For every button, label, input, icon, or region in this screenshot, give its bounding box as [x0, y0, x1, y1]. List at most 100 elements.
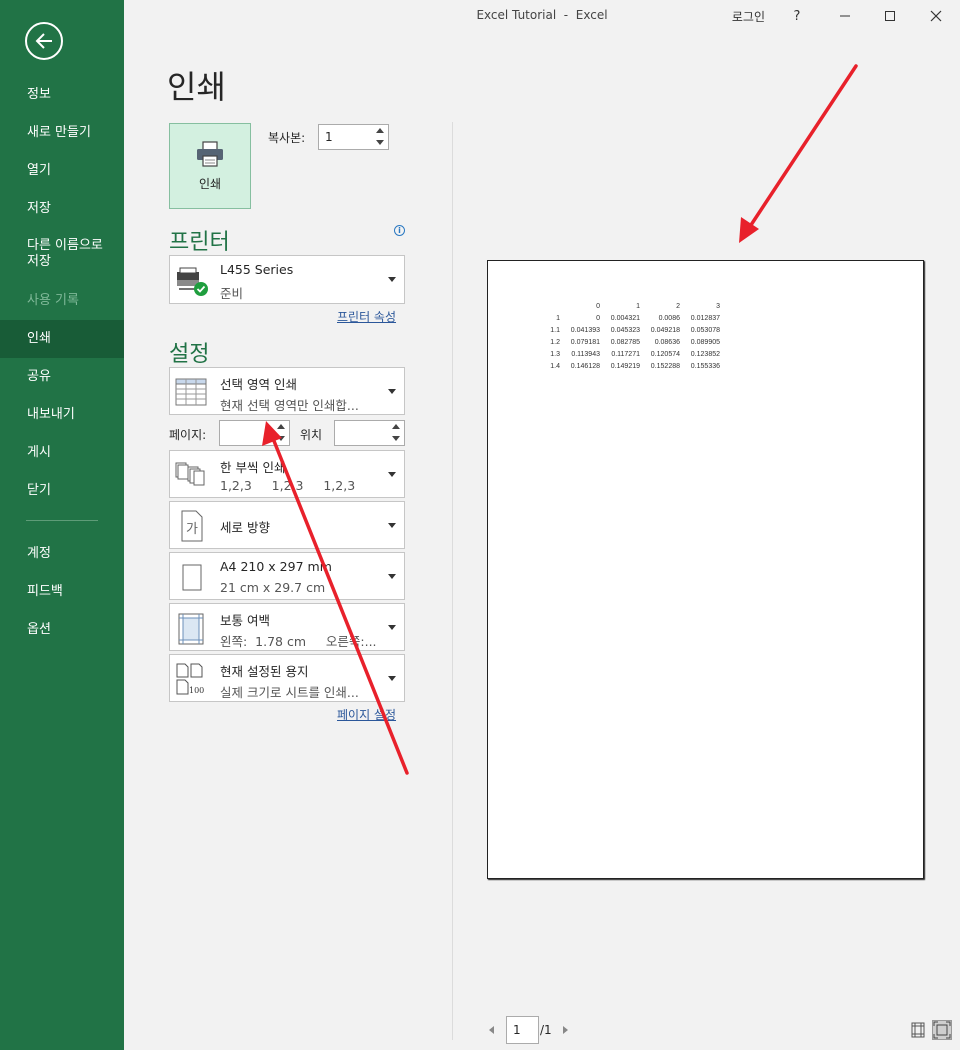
back-button[interactable] [25, 22, 63, 60]
table-cell: 1.3 [550, 350, 560, 358]
print-button[interactable]: 인쇄 [169, 123, 251, 209]
table-cell: 0.045323 [610, 326, 640, 334]
table-cell: 0.08636 [654, 338, 680, 346]
copies-label: 복사본: [268, 131, 306, 145]
printer-status: 준비 [220, 286, 244, 301]
paper-size-dropdown[interactable]: A4 210 x 297 mm 21 cm x 29.7 cm [169, 552, 405, 600]
sidebar-item-publish[interactable]: 게시 [0, 434, 124, 472]
table-cell: 1 [556, 314, 560, 322]
scaling-icon: 100 [176, 663, 204, 695]
pages-from-stepper[interactable] [219, 420, 290, 446]
table-row: 1 0 0.004321 0.0086 0.012837 [538, 312, 722, 324]
margins-desc: 왼쪽: 1.78 cm 오른쪽:... [220, 634, 377, 649]
collate-icon [175, 462, 205, 486]
previous-page-icon[interactable] [489, 1026, 494, 1034]
sidebar-item-share[interactable]: 공유 [0, 358, 124, 396]
print-what-desc: 현재 선택 영역만 인쇄합... [220, 398, 359, 413]
table-cell [538, 300, 562, 312]
table-cell: 0.146128 [570, 362, 600, 370]
preview-table: 0 1 2 3 1 0 0.004321 0.0086 0.012837 1.1… [538, 300, 722, 372]
info-icon[interactable]: i [394, 225, 405, 236]
annotation-arrow-icon [739, 64, 858, 243]
table-cell: 0.079181 [570, 338, 600, 346]
pages-to-stepper[interactable] [334, 420, 405, 446]
sidebar-item-new[interactable]: 새로 만들기 [0, 114, 124, 152]
print-what-dropdown[interactable]: 선택 영역 인쇄 현재 선택 영역만 인쇄합... [169, 367, 405, 415]
sidebar-item-save-as[interactable]: 다른 이름으로 저장 [0, 228, 124, 282]
table-row: 1.2 0.079181 0.082785 0.08636 0.089905 [538, 336, 722, 348]
table-cell: 0 [596, 314, 600, 322]
paper-size-title: A4 210 x 297 mm [220, 559, 332, 574]
table-cell: 2 [676, 302, 680, 310]
table-cell: 0.082785 [610, 338, 640, 346]
collate-dropdown[interactable]: 한 부씩 인쇄 1,2,3 1,2,3 1,2,3 [169, 450, 405, 498]
zoom-to-page-button[interactable] [932, 1020, 952, 1040]
minimize-button[interactable] [825, 4, 865, 28]
zoom-to-page-icon [933, 1021, 951, 1039]
sidebar-item-print[interactable]: 인쇄 [0, 320, 124, 358]
table-cell: 0.152288 [650, 362, 680, 370]
table-cell: 0.113943 [571, 350, 600, 358]
table-cell: 0.012837 [690, 314, 720, 322]
total-pages: /1 [540, 1023, 552, 1037]
sidebar-item-feedback[interactable]: 피드백 [0, 573, 124, 611]
table-cell: 0.089905 [690, 338, 720, 346]
stepper-arrows-icon[interactable] [391, 423, 401, 443]
margins-dropdown[interactable]: 보통 여백 왼쪽: 1.78 cm 오른쪽:... [169, 603, 405, 651]
scaling-desc: 실제 크기로 시트를 인쇄... [220, 685, 359, 700]
printer-dropdown[interactable]: L455 Series 준비 [169, 255, 405, 304]
current-page-input[interactable]: 1 [506, 1016, 539, 1044]
sidebar-item-options[interactable]: 옵션 [0, 611, 124, 649]
show-margins-icon [911, 1022, 925, 1038]
svg-text:100: 100 [189, 686, 204, 695]
chevron-down-icon [388, 676, 396, 681]
chevron-down-icon [388, 523, 396, 528]
printer-name: L455 Series [220, 262, 294, 277]
copies-stepper[interactable]: 1 [318, 124, 389, 150]
svg-text:가: 가 [186, 522, 198, 537]
scaling-dropdown[interactable]: 100 현재 설정된 용지 실제 크기로 시트를 인쇄... [169, 654, 405, 702]
close-button[interactable] [916, 4, 956, 28]
table-cell: 0.155336 [690, 362, 720, 370]
page-setup-link[interactable]: 페이지 설정 [337, 706, 396, 723]
sidebar-item-open[interactable]: 열기 [0, 152, 124, 190]
table-cell: 0.0086 [658, 314, 680, 322]
stepper-arrows-icon[interactable] [375, 127, 385, 147]
sidebar-item-export[interactable]: 내보내기 [0, 396, 124, 434]
backstage-sidebar: 정보 새로 만들기 열기 저장 다른 이름으로 저장 사용 기록 인쇄 공유 내… [0, 0, 124, 1050]
next-page-icon[interactable] [563, 1026, 568, 1034]
sidebar-item-account[interactable]: 계정 [0, 535, 124, 573]
sidebar-item-info[interactable]: 정보 [0, 76, 124, 114]
printer-ready-icon [177, 267, 208, 296]
printer-properties-link[interactable]: 프린터 속성 [337, 308, 396, 325]
pages-to-label: 위치 [300, 428, 323, 442]
table-row: 0 1 2 3 [538, 300, 722, 312]
chevron-down-icon [388, 472, 396, 477]
margins-title: 보통 여백 [220, 613, 270, 628]
table-cell: 1.2 [550, 338, 560, 346]
orientation-dropdown[interactable]: 가 세로 방향 [169, 501, 405, 549]
table-cell: 0 [596, 302, 600, 310]
print-button-label: 인쇄 [198, 176, 222, 191]
table-row: 1.3 0.113943 0.117271 0.120574 0.123852 [538, 348, 722, 360]
sidebar-divider [26, 520, 98, 521]
portrait-orientation-icon: 가 [181, 510, 203, 542]
sidebar-item-close[interactable]: 닫기 [0, 472, 124, 510]
minimize-icon [840, 15, 850, 17]
maximize-icon [885, 11, 895, 21]
sidebar-item-history: 사용 기록 [27, 293, 79, 308]
table-cell: 3 [716, 302, 720, 310]
orientation-title: 세로 방향 [220, 520, 270, 535]
copies-value: 1 [325, 130, 333, 144]
table-cell: 0.049218 [650, 326, 680, 334]
show-margins-button[interactable] [908, 1020, 928, 1040]
chevron-down-icon [388, 625, 396, 630]
table-cell: 1.1 [550, 326, 560, 334]
table-cell: 1 [636, 302, 640, 310]
table-cell: 0.123852 [690, 350, 720, 358]
login-link[interactable]: 로그인 [732, 8, 765, 25]
help-button[interactable]: ? [777, 4, 817, 28]
stepper-arrows-icon[interactable] [276, 423, 286, 443]
maximize-button[interactable] [870, 4, 910, 28]
sidebar-item-save[interactable]: 저장 [0, 190, 124, 228]
